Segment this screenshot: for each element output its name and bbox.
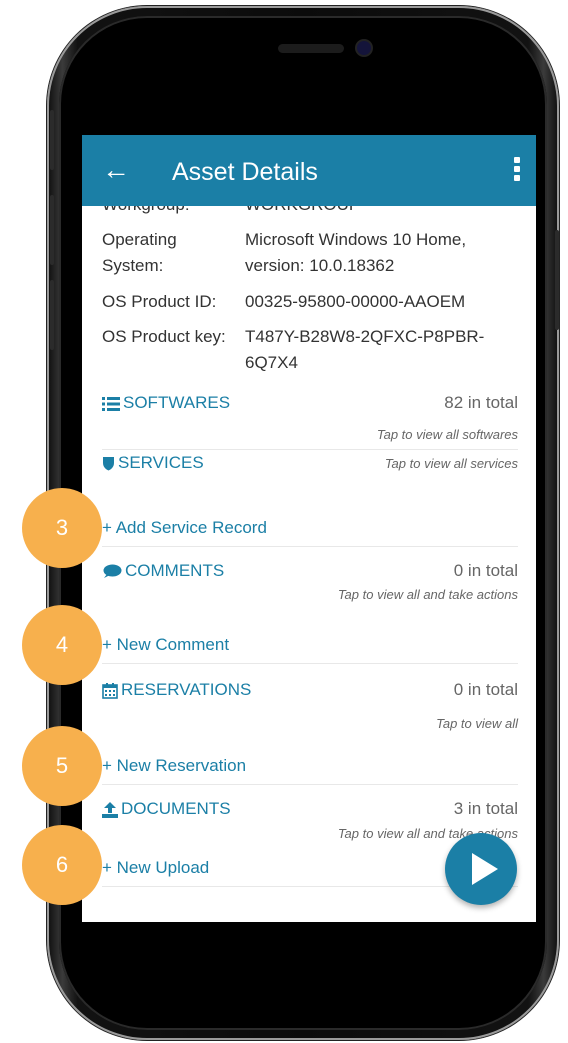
divider <box>102 663 518 664</box>
reservations-label-group: RESERVATIONS <box>102 680 251 700</box>
divider <box>102 449 518 450</box>
services-label-group: SERVICES <box>102 453 204 473</box>
step-badge-4: 4 <box>22 605 102 685</box>
detail-key: Operating System: <box>102 230 177 275</box>
softwares-total: 82 in total <box>444 393 518 412</box>
add-service-record-button[interactable]: + Add Service Record <box>102 518 267 538</box>
app-screen: ← Asset Details Workgroup: WORKGROUP Ope… <box>82 135 536 922</box>
speaker <box>278 44 344 53</box>
app-bar: ← Asset Details <box>82 135 536 206</box>
detail-value: T487Y-B28W8-2QFXC-P8PBR-6Q7X4 <box>245 327 485 372</box>
reservations-hint: Tap to view all <box>436 716 518 731</box>
documents-label: DOCUMENTS <box>121 799 231 818</box>
services-hint: Tap to view all services <box>384 456 518 471</box>
softwares-label: SOFTWARES <box>123 393 231 412</box>
play-icon <box>472 853 498 885</box>
calendar-icon <box>102 682 118 699</box>
step-badge-3: 3 <box>22 488 102 568</box>
documents-label-group: DOCUMENTS <box>102 799 231 819</box>
list-icon <box>102 396 120 411</box>
softwares-label-group: SOFTWARES <box>102 393 230 413</box>
side-button <box>555 230 559 330</box>
back-arrow-icon[interactable]: ← <box>102 155 130 185</box>
front-camera <box>357 41 371 55</box>
services-label: SERVICES <box>118 453 204 472</box>
divider <box>102 784 518 785</box>
documents-total: 3 in total <box>453 799 518 818</box>
comments-label-group: COMMENTS <box>102 561 224 581</box>
detail-value: 00325-95800-00000-AAOEM <box>245 292 466 311</box>
new-upload-button[interactable]: + New Upload <box>102 858 209 878</box>
detail-key: OS Product ID: <box>102 292 217 311</box>
play-fab-button[interactable] <box>445 833 517 905</box>
comment-icon <box>103 564 122 579</box>
step-badge-6: 6 <box>22 825 102 905</box>
detail-value: Microsoft Windows 10 Home, version: 10.0… <box>245 230 467 275</box>
more-vert-icon[interactable] <box>514 157 522 181</box>
side-button <box>50 110 54 170</box>
side-button <box>50 195 54 265</box>
reservations-total: 0 in total <box>453 680 518 699</box>
new-comment-button[interactable]: + New Comment <box>102 635 229 655</box>
softwares-hint: Tap to view all softwares <box>376 427 518 442</box>
upload-icon <box>102 801 118 818</box>
shield-icon <box>103 457 114 471</box>
detail-key: OS Product key: <box>102 327 226 346</box>
new-reservation-button[interactable]: + New Reservation <box>102 756 246 776</box>
comments-label: COMMENTS <box>125 561 225 580</box>
divider <box>102 546 518 547</box>
reservations-label: RESERVATIONS <box>121 680 252 699</box>
comments-hint: Tap to view all and take actions <box>337 587 518 602</box>
page-title: Asset Details <box>172 158 318 186</box>
step-badge-5: 5 <box>22 726 102 806</box>
comments-total: 0 in total <box>453 561 518 580</box>
side-button <box>50 280 54 350</box>
